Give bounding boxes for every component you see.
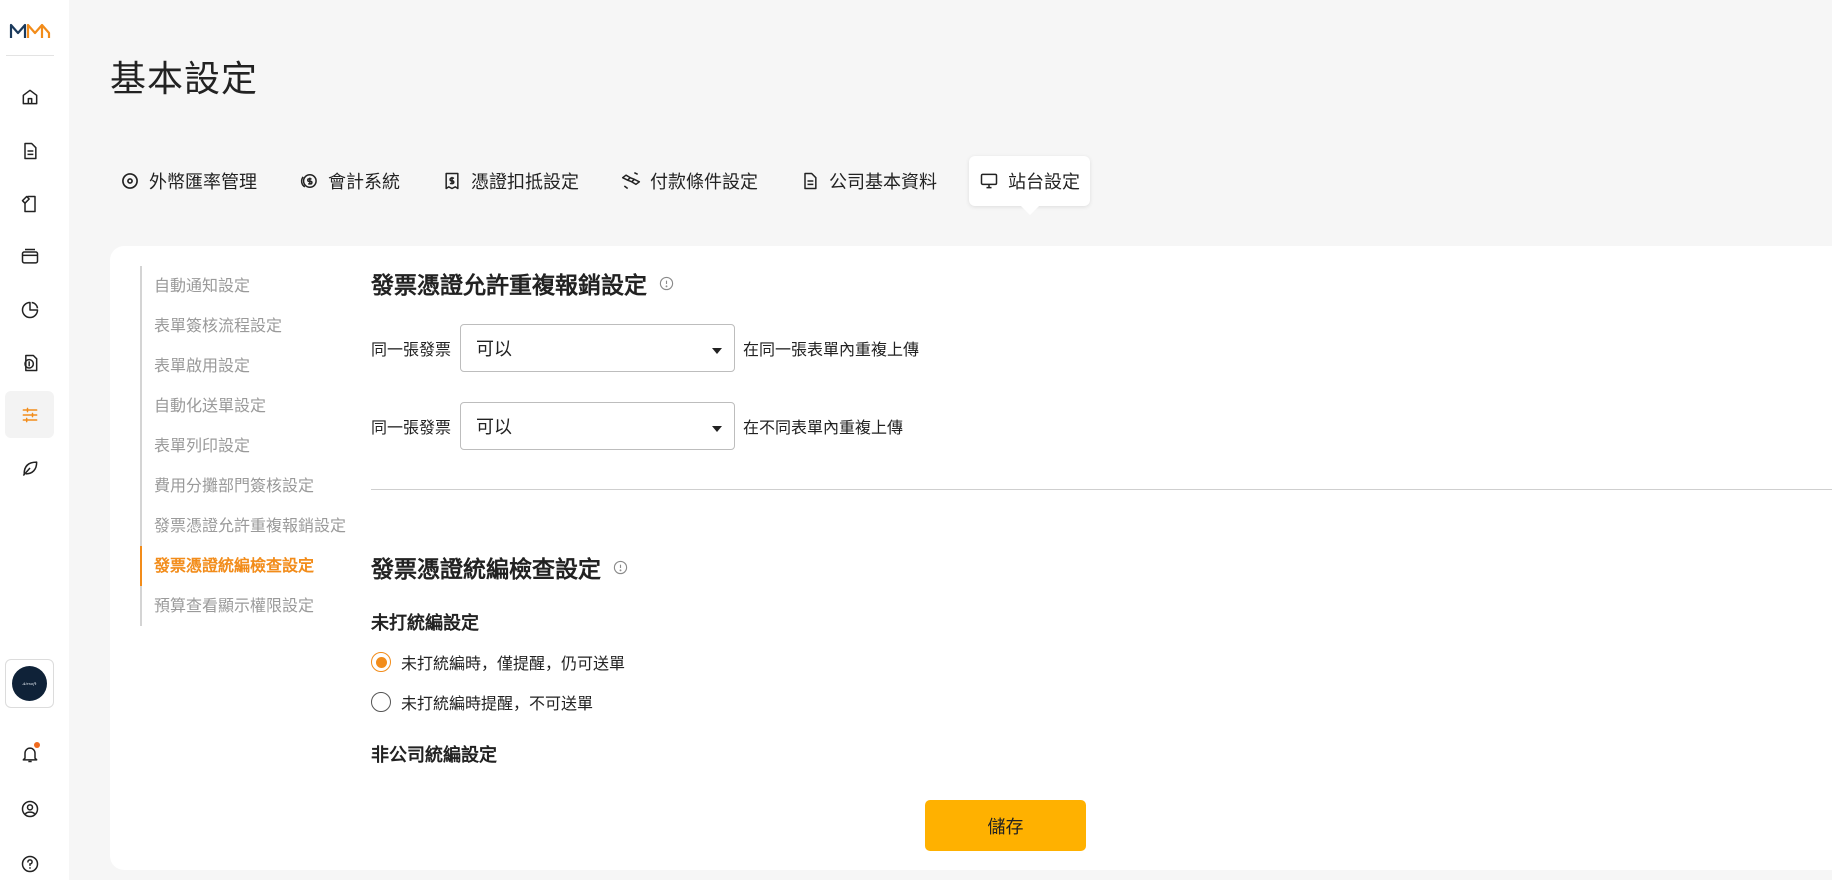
- caret-down-icon: [712, 348, 723, 354]
- row-suffix: 在不同表單內重複上傳: [743, 418, 904, 437]
- nav-notifications[interactable]: [5, 730, 54, 777]
- caret-down-icon: [712, 426, 723, 432]
- radio-checked[interactable]: [371, 652, 391, 672]
- credit-card-icon: [21, 248, 38, 264]
- different-form-row: 同一張發票 可以 在不同表單內重複上傳: [371, 402, 903, 450]
- tab-company-info[interactable]: 公司基本資料: [790, 156, 947, 206]
- select-value: 可以: [476, 417, 513, 438]
- sub-nav-item[interactable]: 自動通知設定: [142, 266, 360, 306]
- nav-forms[interactable]: [5, 127, 54, 174]
- receipt-dollar-icon: [445, 172, 459, 190]
- radio-label: 未打統編時，僅提醒，仍可送單: [401, 654, 626, 673]
- left-rail: Airsoft: [0, 0, 69, 880]
- tab-label: 站台設定: [1008, 172, 1080, 193]
- home-icon: [22, 89, 37, 104]
- sliders-icon: [22, 407, 37, 422]
- rail-divider: [6, 55, 54, 56]
- nav-expenses[interactable]: [5, 339, 54, 386]
- sub-nav-item[interactable]: 表單啟用設定: [142, 346, 360, 386]
- tab-exchange-rate[interactable]: 外幣匯率管理: [110, 156, 267, 206]
- sub-nav-item[interactable]: 發票憑證允許重複報銷設定: [142, 506, 360, 546]
- row-prefix: 同一張發票: [371, 418, 452, 437]
- settings-tabs: 外幣匯率管理 會計系統 憑證扣抵設定 付款條件設定 公司基本資料 站台設定: [110, 156, 1112, 215]
- tab-label: 公司基本資料: [829, 172, 937, 193]
- tab-label: 付款條件設定: [650, 172, 758, 193]
- select-value: 可以: [476, 339, 513, 360]
- tab-label: 外幣匯率管理: [149, 172, 257, 193]
- notification-dot: [34, 742, 40, 748]
- info-icon[interactable]: [659, 276, 674, 291]
- user-circle-icon: [21, 800, 38, 817]
- handshake-icon: [621, 171, 641, 190]
- tab-payment-terms[interactable]: 付款條件設定: [611, 156, 768, 206]
- tax-id-section-title: 發票憑證統編檢查設定: [371, 550, 628, 584]
- info-icon[interactable]: [613, 560, 628, 575]
- same-form-select[interactable]: 可以: [460, 324, 736, 372]
- radio-label: 未打統編時提醒，不可送單: [401, 694, 594, 713]
- app-logo[interactable]: [8, 18, 52, 42]
- sub-nav-item[interactable]: 表單簽核流程設定: [142, 306, 360, 346]
- help-icon: [21, 855, 38, 872]
- different-form-select[interactable]: 可以: [460, 402, 736, 450]
- sub-nav: 自動通知設定 表單簽核流程設定 表單啟用設定 自動化送單設定 表單列印設定 費用…: [140, 266, 360, 626]
- save-button[interactable]: 儲存: [925, 800, 1086, 851]
- organization-avatar[interactable]: Airsoft: [5, 659, 54, 708]
- tab-accounting-system[interactable]: 會計系統: [289, 156, 410, 206]
- nav-help[interactable]: [5, 840, 54, 880]
- tab-label: 會計系統: [328, 172, 400, 193]
- document-icon: [804, 172, 817, 190]
- tab-label: 憑證扣抵設定: [471, 172, 579, 193]
- row-suffix: 在同一張表單內重複上傳: [743, 340, 920, 359]
- sub-nav-item[interactable]: 預算查看顯示權限設定: [142, 586, 360, 626]
- sub-nav-item[interactable]: 費用分攤部門簽核設定: [142, 466, 360, 506]
- document-edit-icon: [21, 195, 36, 212]
- tab-site-settings[interactable]: 站台設定: [969, 156, 1090, 215]
- missing-tax-id-heading: 未打統編設定: [371, 613, 479, 634]
- sub-nav-item[interactable]: 表單列印設定: [142, 426, 360, 466]
- settings-card: 自動通知設定 表單簽核流程設定 表單啟用設定 自動化送單設定 表單列印設定 費用…: [110, 246, 1832, 870]
- tab-deduction-settings[interactable]: 憑證扣抵設定: [432, 156, 589, 206]
- radio-option-warn-only[interactable]: 未打統編時，僅提醒，仍可送單: [371, 650, 625, 674]
- target-icon: [122, 173, 138, 189]
- section-title-text: 發票憑證允許重複報銷設定: [371, 273, 647, 299]
- coins-icon: [300, 174, 317, 188]
- monitor-icon: [980, 173, 998, 189]
- nav-esg[interactable]: [5, 444, 54, 491]
- nav-reports[interactable]: [5, 286, 54, 333]
- leaf-icon: [22, 460, 37, 476]
- organization-logo: Airsoft: [12, 666, 47, 701]
- nav-settings[interactable]: [5, 391, 54, 438]
- document-icon: [23, 142, 37, 159]
- section-divider: [371, 489, 1832, 490]
- duplicate-section-title: 發票憑證允許重複報銷設定: [371, 266, 674, 300]
- radio-option-block-submit[interactable]: 未打統編時提醒，不可送單: [371, 690, 593, 714]
- nav-cards[interactable]: [5, 233, 54, 280]
- pie-chart-icon: [21, 301, 38, 318]
- dollar-document-icon: [23, 354, 37, 371]
- page-title: 基本設定: [110, 59, 259, 100]
- non-company-tax-id-heading: 非公司統編設定: [371, 745, 497, 766]
- radio-unchecked[interactable]: [371, 692, 391, 712]
- nav-approvals[interactable]: [5, 180, 54, 227]
- same-form-row: 同一張發票 可以 在同一張表單內重複上傳: [371, 324, 919, 372]
- sub-nav-item[interactable]: 自動化送單設定: [142, 386, 360, 426]
- nav-home[interactable]: [5, 73, 54, 120]
- section-title-text: 發票憑證統編檢查設定: [371, 557, 601, 583]
- row-prefix: 同一張發票: [371, 340, 452, 359]
- nav-profile[interactable]: [5, 785, 54, 832]
- sub-nav-item-active[interactable]: 發票憑證統編檢查設定: [140, 546, 360, 586]
